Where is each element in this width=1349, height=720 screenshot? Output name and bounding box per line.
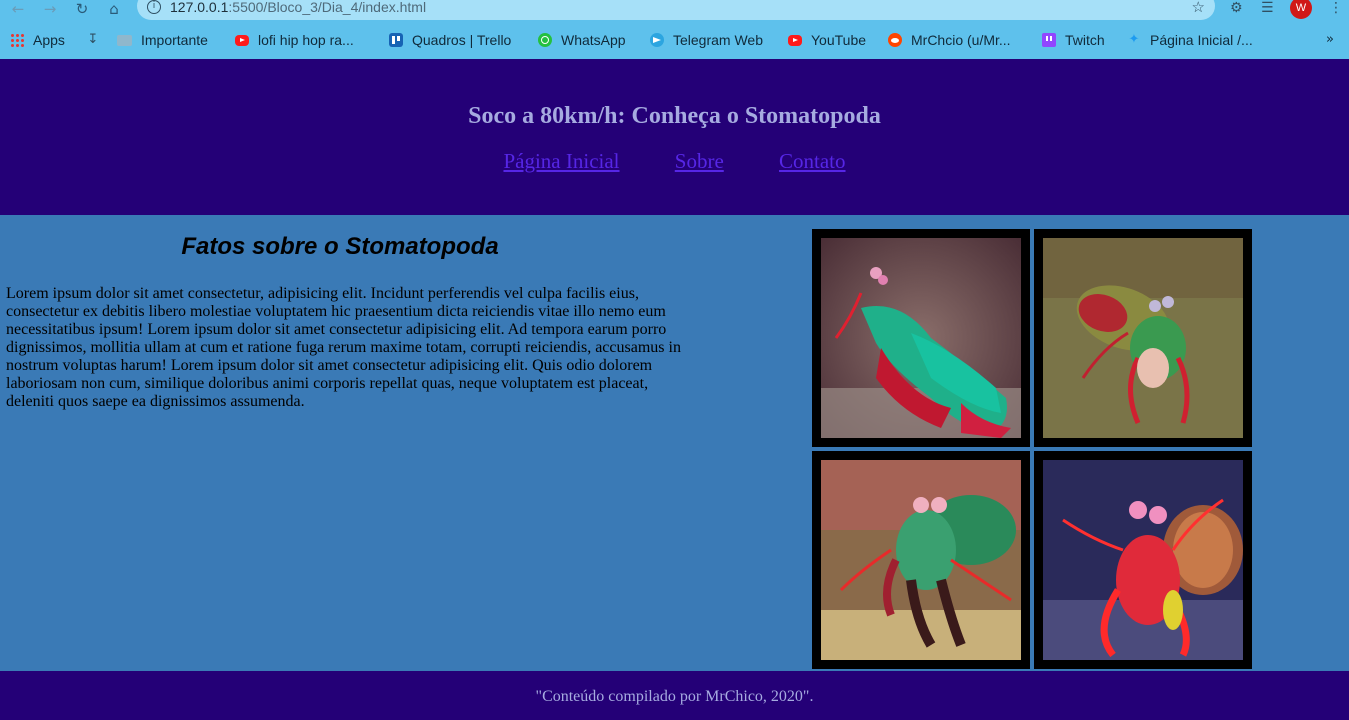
- url-text: 127.0.0.1:5500/Bloco_3/Dia_4/index.html: [170, 0, 426, 15]
- reddit-icon: [888, 33, 902, 47]
- home-icon[interactable]: ⌂: [104, 0, 124, 18]
- bookmark-downloads[interactable]: ↧: [86, 28, 109, 52]
- page-header: Soco a 80km/h: Conheça o Stomatopoda Pág…: [0, 59, 1349, 215]
- url-path: :5500/Bloco_3/Dia_4/index.html: [228, 0, 427, 15]
- forward-arrow-icon[interactable]: →: [40, 0, 60, 18]
- trello-icon: [389, 33, 403, 47]
- back-arrow-icon[interactable]: ←: [8, 0, 28, 18]
- download-icon: ↧: [87, 32, 99, 47]
- twitter-icon: ✦: [1128, 32, 1140, 47]
- bookmark-label: YouTube: [811, 32, 867, 48]
- browser-chrome: ← → ↻ ⌂ i 127.0.0.1:5500/Bloco_3/Dia_4/i…: [0, 0, 1349, 59]
- image-gallery: [812, 229, 1252, 669]
- bookmark-label: Importante: [141, 32, 208, 48]
- url-host: 127.0.0.1: [170, 0, 229, 15]
- gallery-photo-2: [1034, 229, 1252, 447]
- page-title: Soco a 80km/h: Conheça o Stomatopoda: [468, 103, 881, 129]
- nav-link-pagina-inicial[interactable]: Página Inicial: [503, 149, 619, 173]
- youtube-icon: [788, 34, 802, 46]
- media-queue-icon[interactable]: ☰: [1261, 0, 1274, 16]
- address-bar[interactable]: i 127.0.0.1:5500/Bloco_3/Dia_4/index.htm…: [137, 0, 1215, 20]
- mantis-shrimp-photo: [821, 238, 1021, 438]
- bookmark-label: Quadros | Trello: [412, 32, 512, 48]
- more-bookmarks-icon[interactable]: »: [1326, 28, 1334, 52]
- folder-icon: [117, 34, 132, 46]
- gallery-photo-3: [812, 451, 1030, 669]
- bookmark-label: Twitch: [1065, 32, 1105, 48]
- bookmark-trello[interactable]: Quadros | Trello: [389, 28, 511, 52]
- browser-menu-icon[interactable]: ⋮: [1329, 0, 1343, 16]
- bookmark-label: MrChcio (u/Mr...: [911, 32, 1011, 48]
- bookmark-label: lofi hip hop ra...: [258, 32, 354, 48]
- bookmark-twitch[interactable]: Twitch: [1042, 28, 1105, 52]
- bookmark-label: WhatsApp: [561, 32, 626, 48]
- bookmarks-bar: Apps ↧ Importante lofi hip hop ra... Qua…: [0, 28, 1349, 52]
- bookmark-star-icon[interactable]: ☆: [1192, 0, 1205, 16]
- facts-article: Fatos sobre o Stomatopoda Lorem ipsum do…: [6, 233, 686, 411]
- bookmark-label: Apps: [33, 32, 65, 48]
- profile-avatar[interactable]: W: [1290, 0, 1312, 19]
- bookmark-telegram[interactable]: Telegram Web: [650, 28, 763, 52]
- bookmark-label: Página Inicial /...: [1150, 32, 1253, 48]
- main-nav: Página Inicial Sobre Contato: [0, 149, 1349, 174]
- footer-credit: "Conteúdo compilado por MrChico, 2020".: [535, 688, 814, 705]
- bookmark-twitter[interactable]: ✦ Página Inicial /...: [1127, 28, 1253, 52]
- browser-toolbar: ← → ↻ ⌂ i 127.0.0.1:5500/Bloco_3/Dia_4/i…: [0, 0, 1349, 22]
- nav-link-sobre[interactable]: Sobre: [675, 149, 724, 173]
- extensions-puzzle-icon[interactable]: ⚙: [1230, 0, 1243, 16]
- gallery-photo-1: [812, 229, 1030, 447]
- mantis-shrimp-photo: [1043, 460, 1243, 660]
- mantis-shrimp-photo: [821, 460, 1021, 660]
- mantis-shrimp-photo: [1043, 238, 1243, 438]
- site-info-icon[interactable]: i: [147, 0, 161, 14]
- page-footer: "Conteúdo compilado por MrChico, 2020".: [0, 671, 1349, 720]
- bookmark-reddit[interactable]: MrChcio (u/Mr...: [888, 28, 1011, 52]
- bookmark-lofi[interactable]: lofi hip hop ra...: [235, 28, 354, 52]
- article-heading: Fatos sobre o Stomatopoda: [181, 233, 499, 260]
- youtube-icon: [235, 34, 249, 46]
- bookmark-label: Telegram Web: [673, 32, 764, 48]
- gallery-photo-4: [1034, 451, 1252, 669]
- bookmark-importante[interactable]: Importante: [117, 28, 208, 52]
- article-body: Lorem ipsum dolor sit amet consectetur, …: [6, 285, 681, 410]
- bookmark-apps[interactable]: Apps: [10, 28, 65, 52]
- bookmark-youtube[interactable]: YouTube: [788, 28, 866, 52]
- whatsapp-icon: [538, 33, 552, 47]
- nav-link-contato[interactable]: Contato: [779, 149, 846, 173]
- apps-grid-icon: [10, 33, 24, 47]
- reload-icon[interactable]: ↻: [72, 0, 92, 18]
- bookmark-whatsapp[interactable]: WhatsApp: [538, 28, 626, 52]
- telegram-icon: [650, 33, 664, 47]
- twitch-icon: [1042, 33, 1056, 47]
